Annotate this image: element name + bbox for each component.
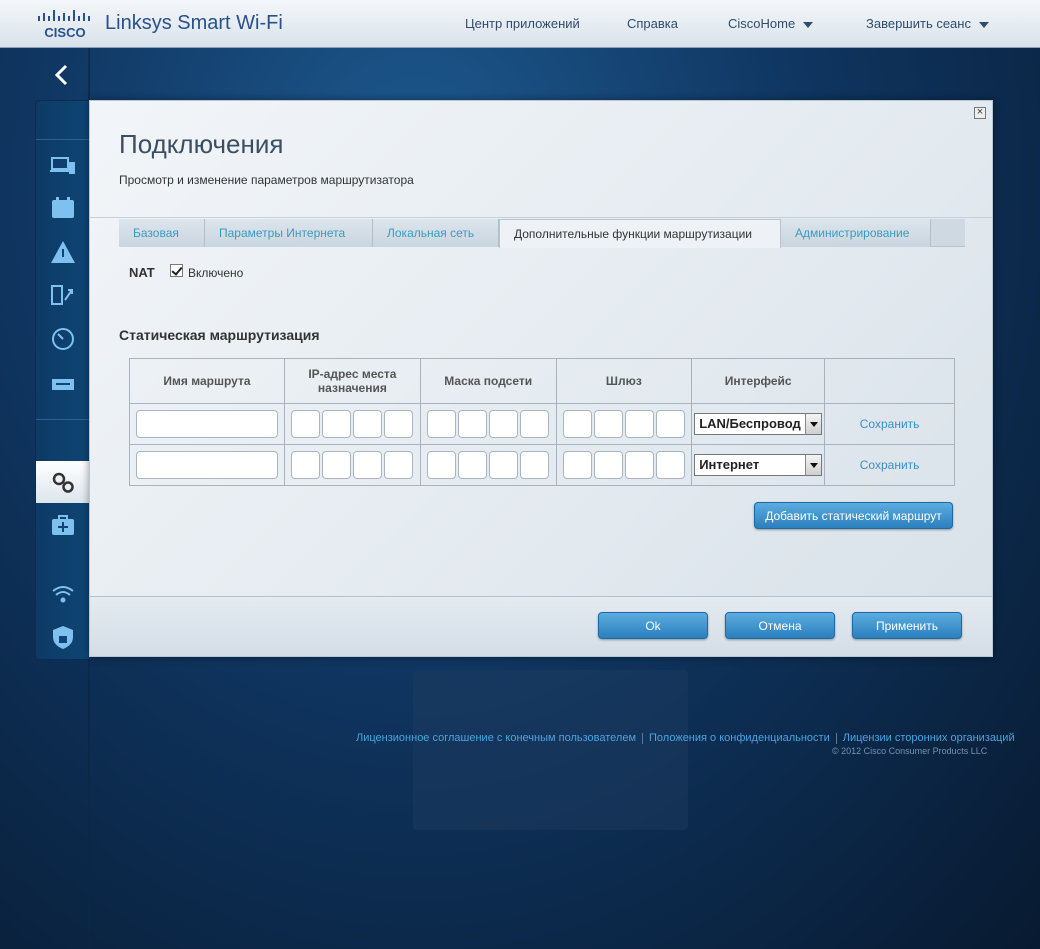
dest-ip-octet-input[interactable] [384,410,414,438]
connectivity-dialog: × Подключения Просмотр и изменение парам… [89,100,993,657]
dest-ip-octet-input[interactable] [322,451,352,479]
subnet-octet-input[interactable] [489,451,519,479]
gateway-octet-input[interactable] [593,451,623,479]
gateway-octet-input[interactable] [655,451,685,479]
add-static-route-button[interactable]: Добавить статический маршрут [754,502,953,529]
dest-ip-octet-input[interactable] [291,451,321,479]
apply-button[interactable]: Применить [852,612,962,639]
dest-ip-octet-input[interactable] [384,451,414,479]
sidebar [35,100,91,660]
gateway-octet-input[interactable] [562,410,592,438]
copyright: © 2012 Cisco Consumer Products LLC [832,746,988,756]
subnet-octet-input[interactable] [427,451,457,479]
dest-ip-octet-input[interactable] [322,410,352,438]
media-prioritization-icon[interactable] [50,282,76,308]
nat-label: NAT [129,265,155,280]
table-row: LAN/Беспровод Сохранить [129,403,955,445]
dest-ip-octet-input[interactable] [291,410,321,438]
gateway-octet-input[interactable] [593,410,623,438]
troubleshooting-icon[interactable] [50,513,76,539]
tab-bar: Базовая Параметры Интернета Локальная се… [119,219,965,248]
col-gateway: Шлюз [555,358,693,404]
col-destination-ip: IP-адрес места назначения [283,358,421,404]
speed-test-icon[interactable] [50,326,76,352]
save-route-link[interactable]: Сохранить [860,417,920,431]
tab-administration[interactable]: Администрирование [781,219,931,247]
footer-link-privacy[interactable]: Положения о конфиденциальности [649,732,830,744]
nat-checkbox[interactable] [170,264,183,277]
nav-app-center[interactable]: Центр приложений [465,16,580,31]
dropdown-arrow-icon [805,414,822,434]
security-shield-icon[interactable] [50,624,76,650]
chevron-down-icon [803,21,814,28]
top-header: CISCO Linksys Smart Wi-Fi Центр приложен… [0,0,1040,48]
close-icon[interactable]: × [974,107,986,119]
gateway-octet-input[interactable] [624,410,654,438]
subnet-octet-input[interactable] [520,410,550,438]
tab-internet-settings[interactable]: Параметры Интернета [205,219,373,247]
collapse-back-icon[interactable] [50,63,74,87]
route-name-input[interactable] [135,410,278,438]
dropdown-arrow-icon [805,455,822,475]
gateway-octet-input[interactable] [562,451,592,479]
nav-ciscohome-menu[interactable]: CiscoHome [728,16,814,31]
footer-link-third-party[interactable]: Лицензии сторонних организаций [843,732,1015,744]
tab-advanced-routing[interactable]: Дополнительные функции маршрутизации [499,219,781,248]
tab-basic[interactable]: Базовая [119,219,205,247]
nat-checkbox-label: Включено [188,266,244,280]
page-subtitle: Просмотр и изменение параметров маршрути… [119,173,414,187]
dest-ip-octet-input[interactable] [353,451,383,479]
footer-links: Лицензионное соглашение с конечным польз… [356,732,1015,744]
gear-icon[interactable] [50,469,76,495]
tab-local-network[interactable]: Локальная сеть [373,219,499,247]
save-route-link[interactable]: Сохранить [860,458,920,472]
static-routes-table: Имя маршрута IP-адрес места назначения М… [129,358,955,486]
usb-storage-icon[interactable] [50,371,76,397]
subnet-octet-input[interactable] [458,451,488,479]
subnet-octet-input[interactable] [489,410,519,438]
chevron-down-icon [978,21,989,28]
subnet-octet-input[interactable] [520,451,550,479]
subnet-octet-input[interactable] [458,410,488,438]
nav-logout-menu[interactable]: Завершить сеанс [866,16,989,31]
schedule-icon[interactable] [50,195,76,221]
col-subnet-mask: Маска подсети [419,358,557,404]
subnet-octet-input[interactable] [427,410,457,438]
guest-access-icon[interactable] [50,239,76,265]
background-widget [413,670,688,830]
footer-link-eula[interactable]: Лицензионное соглашение с конечным польз… [356,732,636,744]
brand-title: Linksys Smart Wi-Fi [105,12,283,34]
static-routing-title: Статическая маршрутизация [119,327,320,343]
ok-button[interactable]: Ok [598,612,708,639]
cisco-logo: CISCO [38,10,90,40]
cancel-button[interactable]: Отмена [725,612,835,639]
col-action [824,358,955,404]
col-route-name: Имя маршрута [129,358,285,404]
route-name-input[interactable] [135,451,278,479]
dest-ip-octet-input[interactable] [353,410,383,438]
interface-select[interactable]: Интернет [694,454,823,476]
svg-text:CISCO: CISCO [44,25,85,40]
page-title: Подключения [119,129,284,159]
interface-select[interactable]: LAN/Беспровод [694,413,823,435]
col-interface: Интерфейс [691,358,826,404]
devices-icon[interactable] [50,153,76,179]
table-row: Интернет Сохранить [129,444,955,486]
gateway-octet-input[interactable] [624,451,654,479]
nav-help[interactable]: Справка [627,16,678,31]
gateway-octet-input[interactable] [655,410,685,438]
wireless-icon[interactable] [50,581,76,607]
